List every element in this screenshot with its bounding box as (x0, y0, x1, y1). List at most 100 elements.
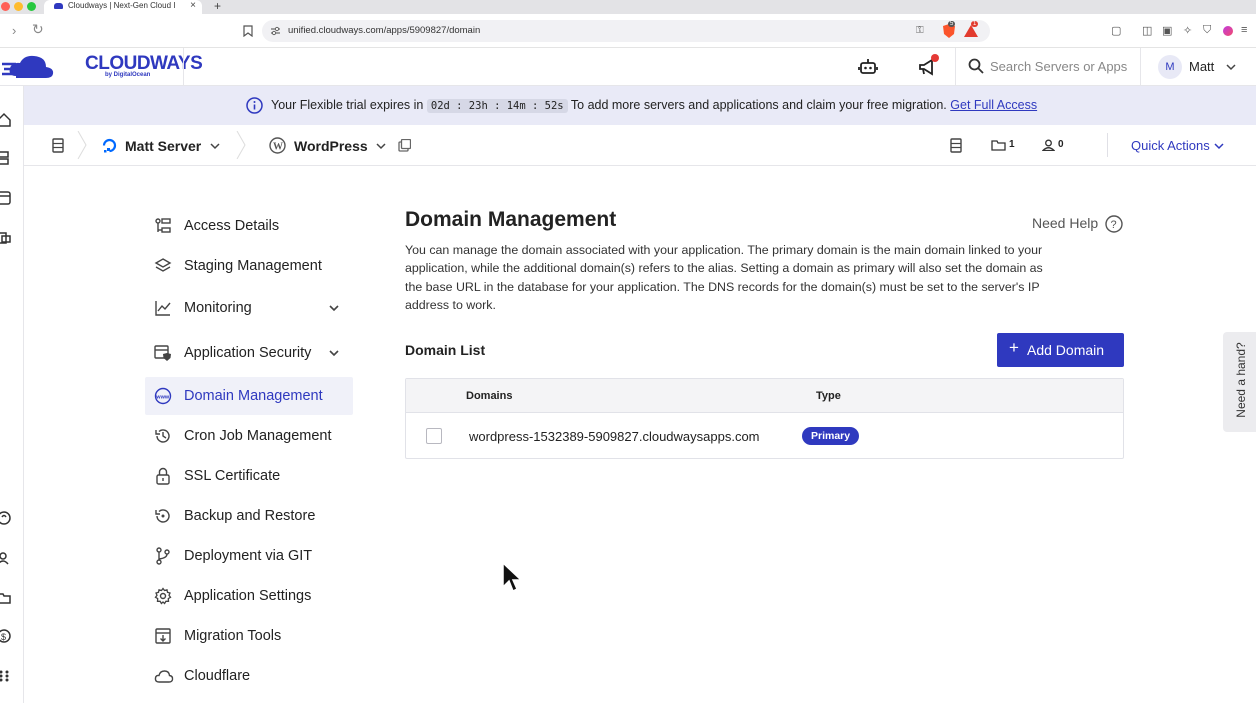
site-settings-icon[interactable] (270, 26, 281, 36)
support-icon[interactable] (0, 510, 12, 526)
sidebar-item-application-security[interactable]: Application Security (145, 334, 353, 372)
sidebar-item-label: Monitoring (184, 300, 252, 316)
sidebar-item-label: Application Settings (184, 588, 312, 604)
banner-text: Your Flexible trial expires in 02d : 23h… (271, 98, 1037, 113)
close-window-icon[interactable] (1, 2, 10, 11)
sidebar-item-monitoring[interactable]: Monitoring (145, 289, 353, 327)
need-a-hand-tab[interactable]: Need a hand? (1223, 332, 1256, 432)
info-icon (246, 97, 263, 114)
search-icon[interactable] (968, 58, 984, 74)
reader-mode-icon[interactable]: ▢ (1111, 24, 1121, 37)
mouse-cursor-icon (502, 561, 523, 593)
cloudways-favicon-icon (54, 3, 63, 9)
quick-actions-button[interactable]: Quick Actions (1131, 138, 1210, 153)
url-text: unified.cloudways.com/apps/5909827/domai… (288, 25, 481, 36)
sidebar-item-deployment-via-git[interactable]: Deployment via GIT (145, 537, 353, 575)
search-input[interactable]: Search Servers or Apps (990, 59, 1127, 74)
leo-ai-icon[interactable]: ✧ (1183, 24, 1192, 37)
domain-cell: wordpress-1532389-5909827.cloudwaysapps.… (469, 429, 760, 444)
chevron-down-icon[interactable] (328, 302, 340, 314)
banner-prefix: Your Flexible trial expires in (271, 98, 424, 112)
browser-tabbar: Cloudways | Next-Gen Cloud I × + (0, 0, 1256, 14)
servers-icon[interactable] (0, 150, 12, 166)
trial-timer: 02d : 23h : 14m : 52s (426, 99, 568, 113)
avatar[interactable]: M (1158, 55, 1182, 79)
server-name[interactable]: Matt Server (125, 138, 201, 154)
folder-icon[interactable] (0, 590, 12, 606)
chevron-down-icon[interactable] (1226, 63, 1236, 71)
billing-icon[interactable]: $ (0, 628, 12, 644)
projects-icon[interactable] (0, 230, 12, 246)
wordpress-icon: W (269, 137, 286, 154)
sidebar-item-staging-management[interactable]: Staging Management (145, 247, 353, 285)
applications-icon[interactable] (0, 190, 12, 206)
apps-grid-icon[interactable] (0, 668, 12, 684)
browser-tab[interactable]: Cloudways | Next-Gen Cloud I × (44, 0, 202, 14)
add-domain-button[interactable]: + Add Domain (997, 333, 1124, 367)
sidebar-item-cloudflare[interactable]: Cloudflare (145, 657, 353, 695)
column-header-domains[interactable]: Domains (466, 390, 512, 402)
new-tab-icon[interactable]: + (214, 0, 221, 13)
wallet-icon[interactable]: ▣ (1162, 24, 1172, 37)
history-icon (155, 429, 170, 443)
folder-icon[interactable] (991, 139, 1006, 151)
need-help-link[interactable]: Need Help ? (1032, 215, 1123, 233)
sidebar-item-label: Application Security (184, 345, 312, 361)
sidebar-item-label: Domain Management (184, 388, 323, 404)
sidebar-item-label: SSL Certificate (184, 468, 281, 484)
chart-line-icon (155, 301, 171, 316)
logo-subtext: by DigitalOcean (105, 72, 151, 78)
app-name[interactable]: WordPress (294, 138, 368, 154)
cloudways-logo-icon[interactable] (2, 52, 56, 82)
sidebar-item-label: Migration Tools (184, 628, 282, 644)
git-branch-icon (156, 547, 170, 565)
external-link-icon[interactable] (398, 139, 411, 152)
sidebar-item-ssl-certificate[interactable]: SSL Certificate (145, 457, 353, 495)
backup-icon (155, 509, 170, 523)
breadcrumb-separator (77, 131, 87, 159)
reload-icon[interactable]: ↻ (32, 21, 44, 38)
server-list-icon[interactable] (52, 138, 64, 153)
sidebar-toggle-icon[interactable]: ◫ (1142, 24, 1152, 37)
chevron-down-icon[interactable] (1214, 142, 1224, 150)
bot-icon[interactable] (858, 57, 878, 77)
get-full-access-link[interactable]: Get Full Access (950, 98, 1037, 112)
sidebar-item-migration-tools[interactable]: Migration Tools (145, 617, 353, 655)
app-header: CLOUDWAYS by DigitalOcean Search Servers… (0, 48, 1256, 86)
vpn-icon[interactable]: ⛉ (1203, 24, 1211, 37)
domain-table: Domains Type wordpress-1532389-5909827.c… (405, 378, 1124, 459)
chevron-down-icon[interactable] (210, 142, 220, 150)
close-tab-icon[interactable]: × (190, 0, 196, 12)
row-checkbox[interactable] (426, 428, 442, 444)
need-a-hand-label: Need a hand? (1234, 342, 1248, 418)
bookmark-icon[interactable] (243, 25, 253, 37)
sidebar-item-cron-job-management[interactable]: Cron Job Management (145, 417, 353, 455)
address-bar[interactable]: unified.cloudways.com/apps/5909827/domai… (262, 20, 990, 42)
www-globe-icon: www (154, 387, 172, 405)
sidebar-item-domain-management[interactable]: www Domain Management (145, 377, 353, 415)
tab-title: Cloudways | Next-Gen Cloud I (68, 1, 176, 10)
username[interactable]: Matt (1189, 59, 1214, 74)
forward-icon[interactable]: › (12, 23, 16, 38)
key-icon[interactable]: ⚿ (916, 25, 924, 36)
minimize-window-icon[interactable] (14, 2, 23, 11)
sidebar-item-access-details[interactable]: Access Details (145, 207, 353, 245)
menu-icon[interactable]: ≡ (1241, 24, 1247, 36)
maximize-window-icon[interactable] (27, 2, 36, 11)
user-icon[interactable] (1042, 139, 1055, 151)
team-icon[interactable] (0, 550, 12, 566)
announcements-icon[interactable] (916, 53, 942, 79)
column-header-type[interactable]: Type (816, 390, 841, 402)
banner-suffix: To add more servers and applications and… (570, 98, 947, 112)
chevron-down-icon[interactable] (328, 347, 340, 359)
svg-text:?: ? (1111, 219, 1117, 231)
chevron-down-icon[interactable] (376, 142, 386, 150)
profile-icon[interactable] (1223, 26, 1233, 36)
server-details-icon[interactable] (950, 138, 962, 153)
sidebar-item-application-settings[interactable]: Application Settings (145, 577, 353, 615)
migration-icon (155, 628, 171, 644)
home-icon[interactable] (0, 112, 12, 128)
digitalocean-icon (102, 138, 117, 153)
breadcrumb: Matt Server W WordPress 1 0 Quick Action… (24, 125, 1256, 166)
sidebar-item-backup-and-restore[interactable]: Backup and Restore (145, 497, 353, 535)
